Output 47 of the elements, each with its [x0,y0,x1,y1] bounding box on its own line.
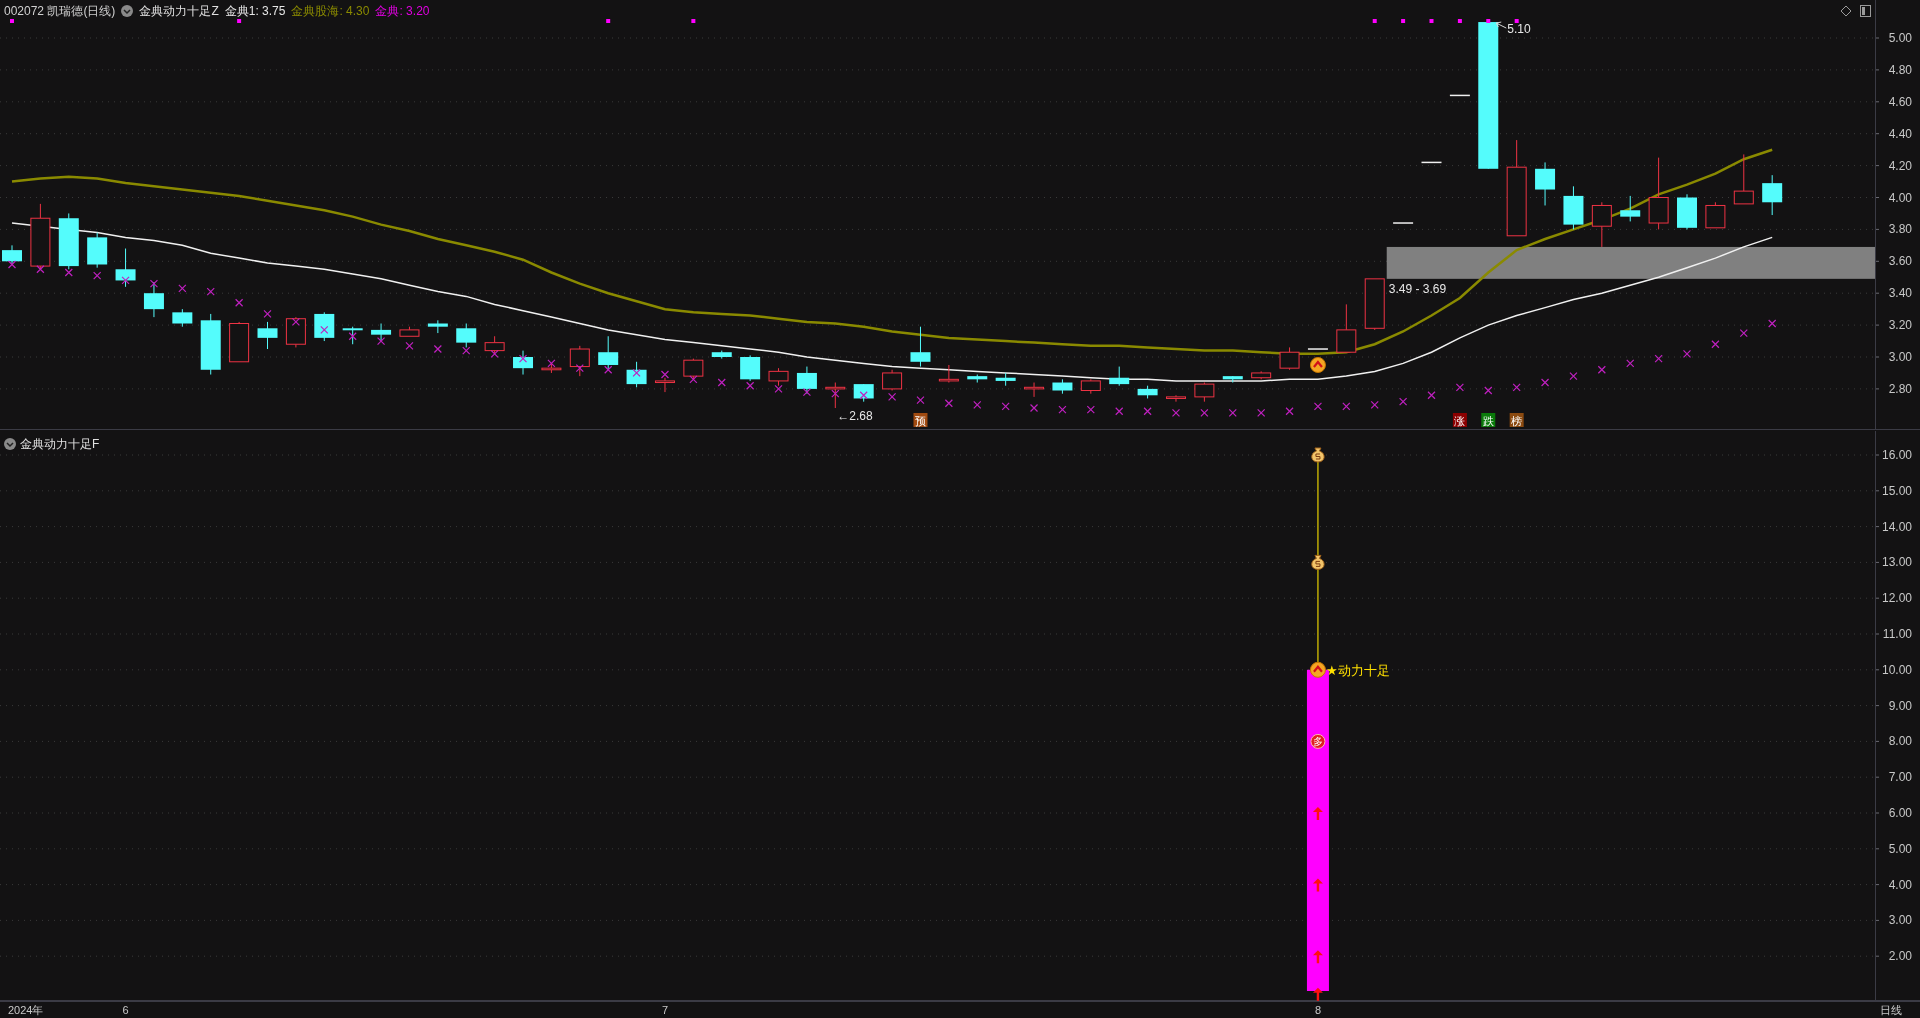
axis-label: 9.00 [1888,698,1912,713]
axis-label: 3.00 [1888,350,1912,364]
signal-badge: 跌 [1481,413,1496,428]
axis-label: 8.00 [1888,734,1912,749]
axis-label: 4.00 [1888,877,1912,892]
low-price-label: ←2.68 [837,409,873,424]
axis-label: 2.00 [1888,949,1912,964]
axis-label: 2.80 [1888,381,1912,396]
axis-label: 11.00 [1882,627,1912,641]
signal-badge: 多 [1310,733,1326,749]
axis-label: 5.00 [1888,841,1912,856]
axis-label: 3.20 [1888,318,1912,333]
axis-label: 10.00 [1881,662,1912,677]
time-axis-label: 6 [122,1003,129,1017]
signal-label: ★动力十足 [1325,662,1390,678]
time-axis-label: 7 [661,1003,669,1017]
axis-label: 3.80 [1888,222,1912,237]
axis-label: 4.40 [1888,126,1912,141]
axis-label: 5.00 [1888,31,1912,45]
axis-label: 15.00 [1881,483,1912,498]
time-axis-label: 8 [1314,1003,1322,1017]
indicator-value: 金典: 3.20 [375,3,430,20]
axis-label: 4.60 [1888,94,1912,109]
signal-badge: 预 [913,413,928,428]
axis-label: 7.00 [1888,770,1912,785]
period-label[interactable]: 日线 [1880,1003,1902,1017]
stock-title: 002072 凯瑞德(日线) [4,3,116,20]
axis-label: 3.40 [1888,286,1912,301]
axis-label: 3.00 [1888,913,1912,928]
indicator-value: 金典1: 3.75 [224,3,286,20]
indicator-name: 金典动力十足Z [139,3,219,20]
axis-label: 6.00 [1888,806,1912,820]
axis-label: 14.00 [1881,519,1912,534]
high-price-label: 5.10 [1507,22,1531,37]
time-axis-label: 2024年 [8,1003,44,1017]
zone-range-label: 3.49 - 3.69 [1388,281,1447,296]
indicator-value: 金典股海: 4.30 [291,3,370,20]
axis-label: 13.00 [1881,555,1912,570]
axis-label: 4.20 [1888,158,1912,173]
signal-badge: 涨 [1452,413,1467,428]
axis-label: 16.00 [1881,448,1912,462]
signal-badge: 榜 [1509,413,1524,428]
axis-label: 4.00 [1888,190,1912,205]
axis-label: 12.00 [1881,591,1912,606]
axis-label: 4.80 [1888,62,1912,77]
axis-label: 3.60 [1888,254,1912,269]
indicator-name: 金典动力十足F [20,436,100,453]
